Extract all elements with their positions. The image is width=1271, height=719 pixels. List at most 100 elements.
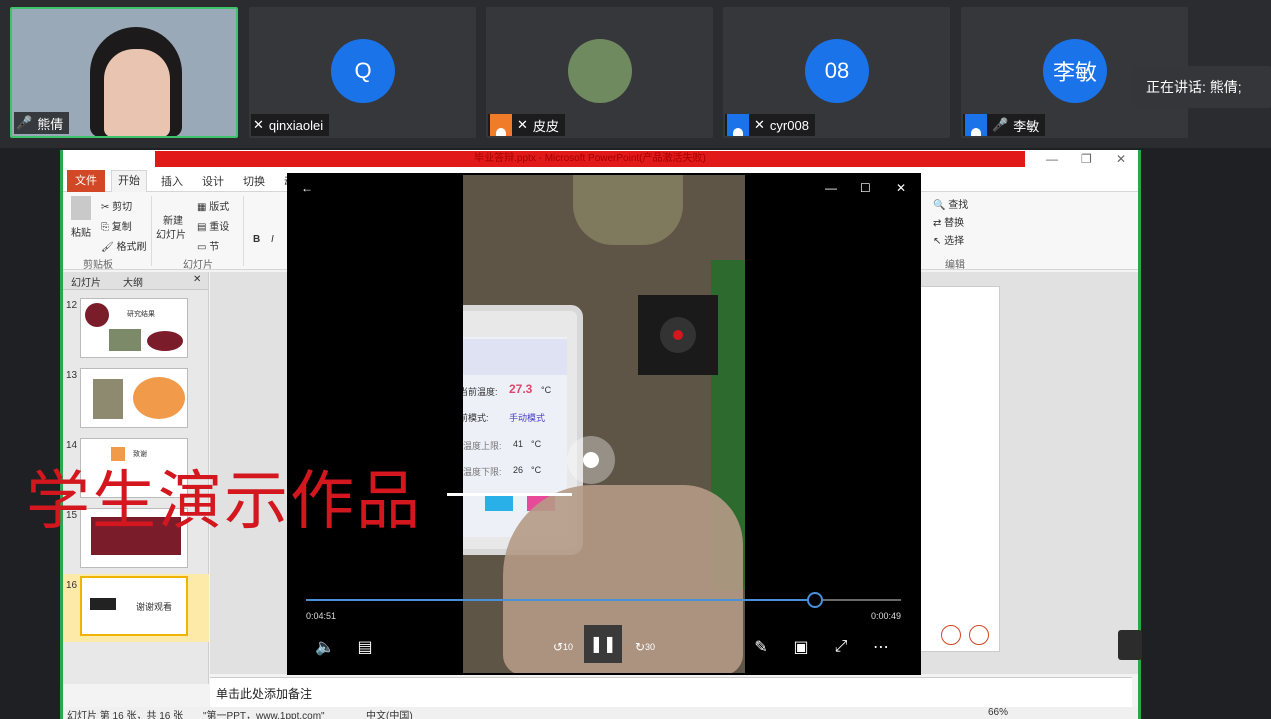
copy-button[interactable]: ⎘ 复制 — [101, 218, 132, 233]
forward-button[interactable]: ↻ 30 — [631, 633, 659, 661]
format-painter-label: 格式刷 — [116, 242, 147, 253]
divider — [151, 196, 152, 266]
tab-home[interactable]: 开始 — [111, 170, 147, 193]
reset-button[interactable]: ▤ 重设 — [197, 218, 229, 233]
upper-limit-label: 温度上限: — [463, 441, 502, 451]
new-slide-button[interactable]: 新建 — [163, 212, 183, 227]
pen-icon[interactable]: ✎ — [747, 633, 775, 661]
lower-limit-label: 温度下限: — [463, 467, 502, 477]
slide-thumbnail[interactable]: 研究结果 — [80, 298, 188, 358]
elapsed-time: 0:04:51 — [306, 611, 337, 621]
status-bar: 幻灯片 第 16 张，共 16 张 "第一PPT，www.1ppt.com" 中… — [63, 707, 1138, 719]
mini-view-icon[interactable]: ▣ — [787, 633, 815, 661]
avatar-photo — [568, 39, 632, 103]
participant-name: 熊倩 — [37, 116, 64, 132]
tab-slides[interactable]: 幻灯片 — [71, 274, 101, 289]
participant-name: 皮皮 — [532, 118, 559, 134]
slide-number: 16 — [66, 580, 78, 591]
select-label: 选择 — [944, 236, 965, 247]
close-icon[interactable]: ✕ — [1116, 152, 1126, 166]
cut-button[interactable]: ✂ 剪切 — [101, 198, 132, 213]
lower-limit-value: 26 — [513, 465, 524, 475]
hand-shape — [503, 485, 743, 673]
close-icon[interactable]: ✕ — [896, 181, 906, 195]
mode-label: 前模式: — [463, 413, 489, 423]
slide-number: 12 — [66, 300, 78, 311]
participant-tile-3[interactable]: 08 ✕ cyr008 — [723, 7, 950, 138]
overlay-caption: 学生演示作品 — [26, 465, 422, 539]
language-status: 中文(中国) — [366, 711, 413, 719]
mode-value: 手动模式 — [509, 413, 546, 423]
seek-bar-handle[interactable] — [806, 592, 823, 608]
mic-muted-icon: ✕ — [517, 117, 528, 132]
rewind-button[interactable]: ↺ 10 — [549, 633, 577, 661]
current-temp-label: 当前温度: — [463, 387, 498, 397]
slide-thumbnail[interactable] — [80, 368, 188, 428]
restore-icon[interactable]: ❐ — [1081, 152, 1092, 166]
participant-tile-2[interactable]: ✕ 皮皮 — [486, 7, 713, 138]
new-slide-label: 幻灯片 — [156, 230, 186, 241]
tab-file[interactable]: 文件 — [67, 170, 105, 192]
copy-label: 复制 — [111, 222, 132, 233]
paste-icon — [71, 196, 91, 220]
participant-tile-1[interactable]: Q ✕ qinxiaolei — [249, 7, 476, 138]
back-arrow-icon[interactable]: ← — [301, 181, 313, 195]
participant-name: cyr008 — [769, 117, 809, 133]
slide-number: 13 — [66, 370, 78, 381]
close-panel-icon[interactable]: ✕ — [193, 274, 201, 285]
notes-pane[interactable]: 单击此处添加备注 — [210, 677, 1132, 707]
pause-button[interactable]: ❚❚ — [584, 625, 622, 663]
italic-button[interactable]: I — [271, 234, 274, 245]
seek-bar[interactable] — [306, 592, 901, 608]
fan-shape — [638, 295, 718, 375]
panel-tabs: 幻灯片 大纲 ✕ — [63, 272, 208, 290]
bold-button[interactable]: B — [253, 234, 260, 245]
replace-button[interactable]: ⇄ 替换 — [933, 214, 964, 229]
person-icon — [490, 114, 512, 136]
seek-bar-fill — [306, 599, 815, 601]
find-label: 查找 — [948, 200, 969, 211]
group-slides: 幻灯片 — [183, 260, 213, 271]
slide-thumbnail-selected[interactable]: 谢谢观看 — [80, 576, 188, 636]
volume-icon[interactable]: 🔈 — [311, 633, 339, 661]
cut-label: 剪切 — [112, 202, 133, 213]
more-icon[interactable]: ⋯ — [867, 633, 895, 661]
maximize-icon[interactable]: ☐ — [860, 181, 871, 195]
participant-tile-0[interactable]: 🎤 熊倩 — [10, 7, 238, 138]
person-icon — [965, 114, 987, 136]
select-button[interactable]: ↖ 选择 — [933, 232, 964, 247]
tab-outline[interactable]: 大纲 — [123, 274, 143, 289]
slide-canvas[interactable] — [920, 286, 1000, 652]
action-button-icon[interactable] — [941, 625, 961, 645]
current-temp-value: 27.3 — [509, 382, 533, 396]
fullscreen-icon[interactable]: ⤢ — [827, 633, 855, 661]
layout-button[interactable]: ▦ 版式 — [197, 198, 229, 213]
participant-nameplate: ✕ cyr008 — [725, 114, 815, 136]
tab-insert[interactable]: 插入 — [161, 173, 183, 189]
reset-label: 重设 — [209, 222, 230, 233]
rewind-label: 10 — [563, 642, 574, 652]
action-button-icon[interactable] — [969, 625, 989, 645]
group-editing: 编辑 — [945, 260, 965, 271]
tab-transitions[interactable]: 切换 — [243, 173, 265, 189]
minimize-icon[interactable]: — — [1046, 152, 1058, 166]
video-player: ← — ☐ ✕ 当前温度: 27.3 °C 前模式: 手动模式 温度上限: 41… — [287, 173, 921, 675]
side-toolbar-button[interactable] — [1118, 630, 1142, 660]
format-painter-button[interactable]: 🖌 格式刷 — [101, 238, 146, 253]
divider — [243, 196, 244, 266]
participant-name: 李敏 — [1013, 118, 1040, 134]
find-button[interactable]: 🔍 查找 — [933, 196, 968, 211]
mic-muted-icon: ✕ — [754, 117, 765, 132]
minimize-icon[interactable]: — — [825, 181, 837, 195]
paste-button[interactable]: 粘贴 — [71, 224, 91, 239]
speaking-indicator: 正在讲话: 熊倩; — [1132, 66, 1271, 108]
participant-nameplate: 🎤 熊倩 — [14, 112, 70, 134]
zoom-level[interactable]: 66% — [988, 707, 1008, 718]
tab-design[interactable]: 设计 — [202, 173, 224, 189]
section-button[interactable]: ▭ 节 — [197, 238, 219, 253]
slide-thumb-text: 谢谢观看 — [136, 602, 173, 612]
group-clipboard: 剪贴板 — [83, 260, 113, 271]
subtitles-icon[interactable]: ▤ — [351, 633, 379, 661]
slide-thumb-text: 研究结果 — [127, 311, 155, 318]
bottle-shape — [573, 175, 683, 245]
